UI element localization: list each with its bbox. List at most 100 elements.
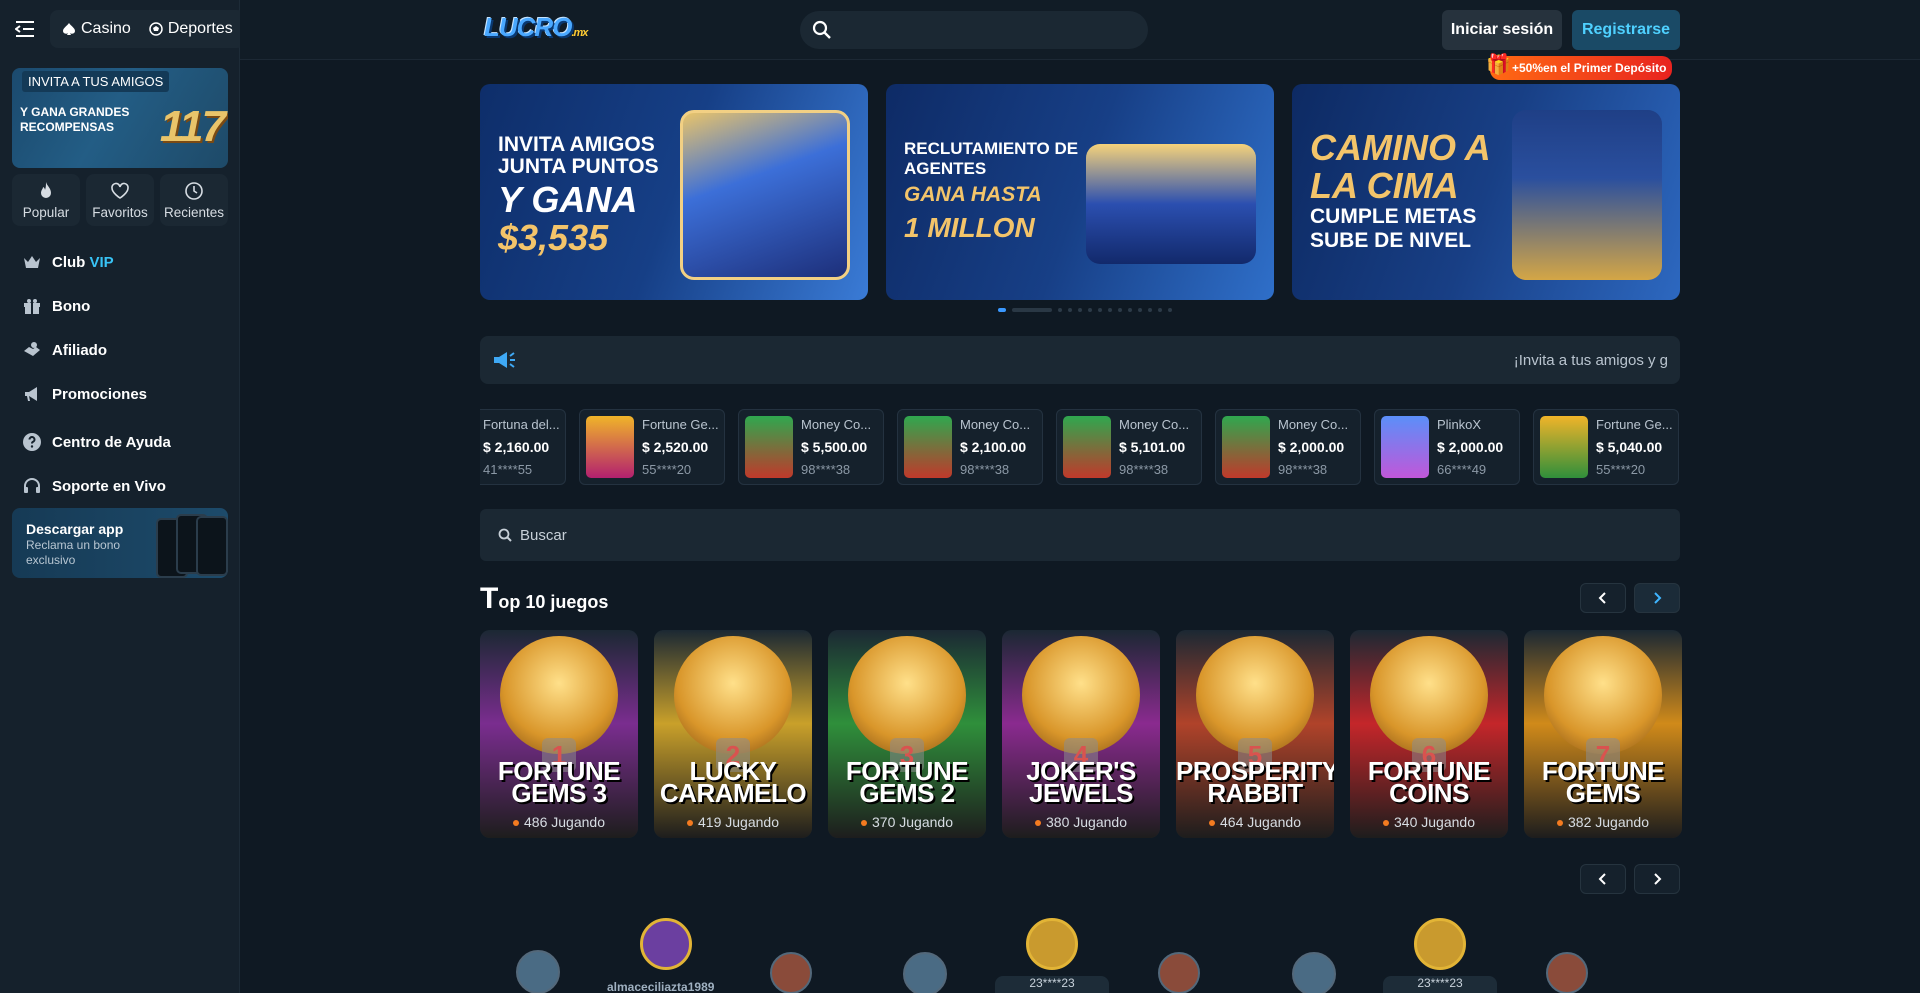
winners-prev-button[interactable] <box>1580 864 1626 894</box>
lucro-logo[interactable]: LUCRO.mx <box>484 12 588 43</box>
trophy-card-image <box>680 110 850 280</box>
top10-next-button[interactable] <box>1634 583 1680 613</box>
win-amount: $ 5,500.00 <box>801 439 868 455</box>
carousel-dot[interactable] <box>1168 308 1172 312</box>
download-app-banner[interactable]: Descargar app Reclama un bono exclusivo <box>12 508 228 578</box>
game-thumbnail <box>1540 416 1588 478</box>
banner-agent-recruitment[interactable]: RECLUTAMIENTO DE AGENTES GANA HASTA 1 MI… <box>886 84 1274 300</box>
recent-button[interactable]: Recientes <box>160 174 228 226</box>
win-game-name: Money Co... <box>1278 417 1349 432</box>
question-icon <box>23 433 41 451</box>
carousel-dot[interactable] <box>1058 308 1062 312</box>
game-card[interactable]: 7 FORTUNE GEMS 382 Jugando <box>1524 630 1682 838</box>
header-search-input[interactable] <box>800 11 1148 49</box>
game-card[interactable]: 3 FORTUNE GEMS 2 370 Jugando <box>828 630 986 838</box>
win-card[interactable]: Fortuna del... $ 2,160.00 41****55 <box>480 409 566 485</box>
win-user: 98****38 <box>1119 462 1169 477</box>
top10-prev-button[interactable] <box>1580 583 1626 613</box>
invite-number: 117 <box>159 102 226 151</box>
banner1-line2: JUNTA PUNTOS <box>498 155 659 178</box>
game-playing-count: 340 Jugando <box>1350 814 1508 830</box>
chevron-right-icon <box>1654 592 1662 604</box>
win-amount: $ 5,040.00 <box>1596 439 1663 455</box>
avatar <box>640 918 692 970</box>
sidebar-item-bono[interactable]: Bono <box>22 284 222 328</box>
menu-collapse-icon[interactable] <box>10 14 40 44</box>
win-card[interactable]: PlinkoX $ 2,000.00 66****49 <box>1374 409 1520 485</box>
game-emblem <box>848 636 966 754</box>
carousel-dot[interactable] <box>1118 308 1122 312</box>
win-card[interactable]: Money Co... $ 2,100.00 98****38 <box>897 409 1043 485</box>
announcement-bar: ¡Invita a tus amigos y g <box>480 336 1680 384</box>
favorites-button[interactable]: Favoritos <box>86 174 154 226</box>
carousel-dot[interactable] <box>998 308 1006 312</box>
promociones-label: Promociones <box>52 385 148 403</box>
sidebar-item-promociones[interactable]: Promociones <box>22 372 222 416</box>
carousel-dot[interactable] <box>1068 308 1072 312</box>
carousel-dot[interactable] <box>1088 308 1092 312</box>
soccer-ball-icon <box>149 22 163 36</box>
win-card[interactable]: Money Co... $ 2,000.00 98****38 <box>1215 409 1361 485</box>
win-amount: $ 2,100.00 <box>960 439 1027 455</box>
carousel-dot[interactable] <box>1138 308 1142 312</box>
carousel-dot[interactable] <box>1098 308 1102 312</box>
sidebar-item-afiliado[interactable]: Afiliado <box>22 328 222 372</box>
sidebar-item-live-support[interactable]: Soporte en Vivo <box>22 464 222 508</box>
win-game-name: PlinkoX <box>1437 417 1482 432</box>
carousel-progress <box>1012 308 1052 312</box>
game-playing-count: 382 Jugando <box>1524 814 1682 830</box>
first-deposit-badge: 🎁 +50%en el Primer Depósito <box>1486 54 1673 80</box>
game-card[interactable]: 2 LUCKY CARAMELO 419 Jugando <box>654 630 812 838</box>
game-title: FORTUNE COINS <box>1367 756 1491 808</box>
briefcase-image <box>1086 144 1256 264</box>
banner1-line3: Y GANA <box>498 179 638 220</box>
invite-friends-banner[interactable]: INVITA A TUS AMIGOS Y GANA GRANDES RECOM… <box>12 68 228 168</box>
vip-label: VIP <box>89 253 114 271</box>
carousel-dot[interactable] <box>1148 308 1152 312</box>
avatar <box>770 952 812 993</box>
login-button[interactable]: Iniciar sesión <box>1442 10 1562 50</box>
heart-icon <box>111 182 129 199</box>
popular-label: Popular <box>22 204 70 220</box>
first-deposit-text: +50%en el Primer Depósito <box>1512 61 1667 75</box>
banner-road-to-top[interactable]: CAMINO A LA CIMA CUMPLE METAS SUBE DE NI… <box>1292 84 1680 300</box>
register-button[interactable]: Registrarse <box>1572 10 1680 50</box>
favorites-label: Favoritos <box>92 204 148 220</box>
win-card[interactable]: Money Co... $ 5,500.00 98****38 <box>738 409 884 485</box>
win-card[interactable]: Fortune Ge... $ 5,040.00 55****20 <box>1533 409 1679 485</box>
clock-icon <box>185 181 203 200</box>
banner3-line4: SUBE DE NIVEL <box>1310 229 1472 252</box>
casino-tab[interactable]: Casino <box>62 20 131 38</box>
banner-invite-friends[interactable]: INVITA AMIGOS JUNTA PUNTOS Y GANA $3,535 <box>480 84 868 300</box>
live-dot-icon <box>1209 820 1216 826</box>
win-amount: $ 2,000.00 <box>1437 439 1504 455</box>
announcement-icon <box>494 352 515 368</box>
game-card[interactable]: 4 JOKER'S JEWELS 380 Jugando <box>1002 630 1160 838</box>
live-dot-icon <box>687 820 694 826</box>
avatar <box>1292 952 1336 993</box>
game-thumbnail <box>1063 416 1111 478</box>
winners-next-button[interactable] <box>1634 864 1680 894</box>
carousel-dot[interactable] <box>1158 308 1162 312</box>
win-card[interactable]: Fortune Ge... $ 2,520.00 55****20 <box>579 409 725 485</box>
gift-icon: 🎁 <box>1486 54 1511 76</box>
win-card[interactable]: Money Co... $ 5,101.00 98****38 <box>1056 409 1202 485</box>
sports-tab[interactable]: Deportes <box>149 20 233 38</box>
sidebar-item-help-center[interactable]: Centro de Ayuda <box>22 420 222 464</box>
avatar <box>1158 952 1200 993</box>
game-search-input[interactable]: Buscar <box>480 509 1680 561</box>
search-icon <box>498 528 512 542</box>
sidebar-nav: Club VIP Bono Afiliado Promociones Centr… <box>22 240 222 508</box>
bono-label: Bono <box>52 297 91 315</box>
win-amount: $ 2,000.00 <box>1278 439 1345 455</box>
carousel-dot[interactable] <box>1078 308 1082 312</box>
game-card[interactable]: 5 PROSPERITY RABBIT 464 Jugando <box>1176 630 1334 838</box>
carousel-dot[interactable] <box>1128 308 1132 312</box>
game-title: FORTUNE GEMS 2 <box>845 756 969 808</box>
popular-button[interactable]: Popular <box>12 174 80 226</box>
carousel-dot[interactable] <box>1108 308 1112 312</box>
game-card[interactable]: 6 FORTUNE COINS 340 Jugando <box>1350 630 1508 838</box>
winner-name: almaceciliazta1989 <box>607 980 715 993</box>
sidebar-item-club-vip[interactable]: Club VIP <box>22 240 222 284</box>
game-card[interactable]: 1 FORTUNE GEMS 3 486 Jugando <box>480 630 638 838</box>
